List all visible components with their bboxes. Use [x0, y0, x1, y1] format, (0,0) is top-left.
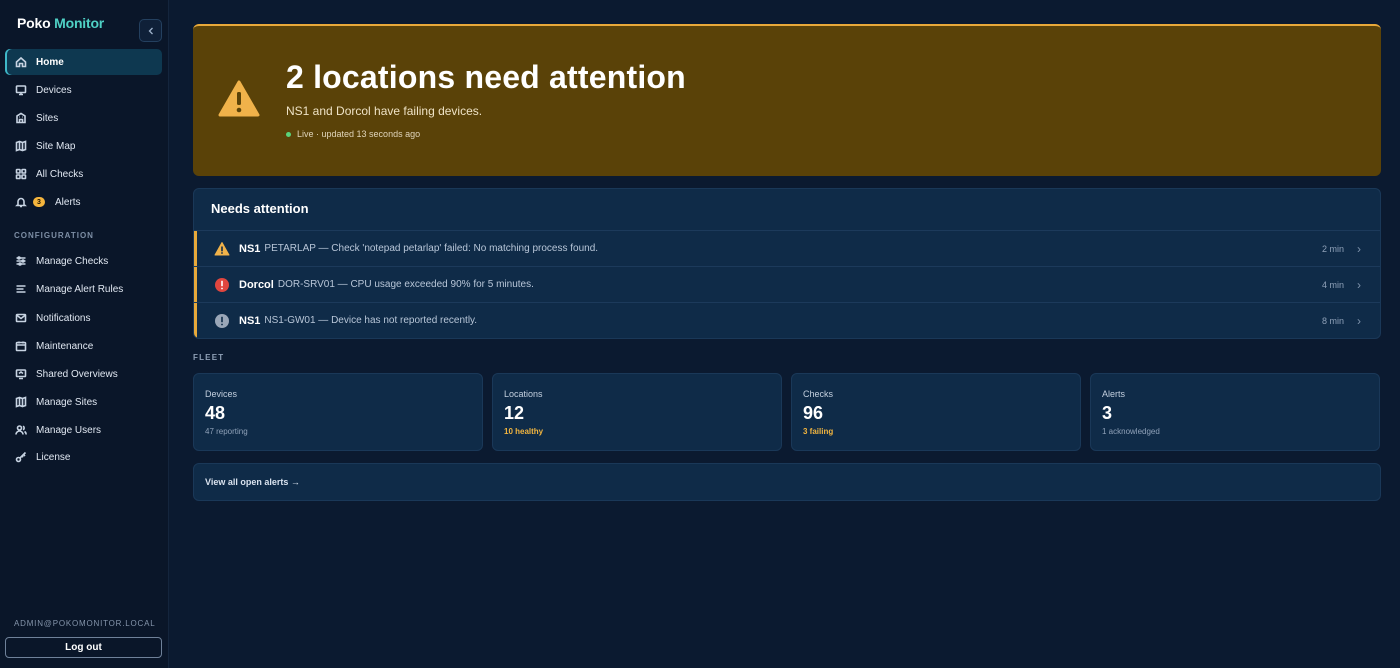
- fleet-section-label: FLEET: [193, 353, 225, 362]
- mail-icon: [14, 311, 28, 325]
- attention-row[interactable]: Dorcol DOR-SRV01 — CPU usage exceeded 90…: [194, 266, 1380, 302]
- sidebar-item-label: Maintenance: [36, 340, 94, 352]
- collapse-sidebar-button[interactable]: [139, 19, 162, 42]
- warning-triangle-icon: [218, 80, 260, 117]
- view-all-alerts-link[interactable]: View all open alerts →: [193, 463, 1381, 501]
- stat-sub: 1 acknowledged: [1102, 427, 1160, 436]
- sidebar-item-label: Alerts: [55, 196, 81, 208]
- sidebar-item-manage-sites[interactable]: Manage Sites: [5, 389, 162, 415]
- stat-sub: 3 failing: [803, 427, 834, 436]
- live-dot-icon: [286, 131, 291, 137]
- sidebar-item-label: Manage Alert Rules: [36, 283, 124, 295]
- map-icon: [14, 139, 28, 153]
- list-icon: [14, 282, 28, 296]
- map-icon: [14, 395, 28, 409]
- sidebar-item-notifications[interactable]: Notifications: [5, 305, 162, 331]
- sidebar-item-license[interactable]: License: [5, 444, 162, 470]
- chevron-right-icon: ›: [1357, 277, 1361, 292]
- stat-label: Alerts: [1102, 389, 1126, 399]
- attention-site: NS1: [239, 242, 261, 255]
- stat-label: Locations: [504, 389, 543, 399]
- stat-card-devices[interactable]: Devices 48 47 reporting: [193, 373, 483, 451]
- sidebar-item-home[interactable]: Home: [5, 49, 162, 75]
- info-circle-icon: [215, 313, 229, 328]
- live-status: Live · updated 13 seconds ago: [286, 129, 420, 139]
- user-email: ADMIN@POKOMONITOR.LOCAL: [14, 619, 156, 628]
- attention-row[interactable]: NS1 NS1-GW01 — Device has not reported r…: [194, 302, 1380, 338]
- sidebar-item-label: Site Map: [36, 140, 76, 152]
- brand-name-part1: Poko: [17, 15, 51, 31]
- grid-icon: [14, 167, 28, 181]
- chevron-right-icon: ›: [1357, 241, 1361, 256]
- chevron-right-icon: ›: [1357, 313, 1361, 328]
- sidebar-item-label: Notifications: [36, 312, 91, 324]
- stat-value: 3: [1102, 403, 1113, 423]
- live-status-text: Live · updated 13 seconds ago: [297, 129, 421, 139]
- calendar-icon: [14, 339, 28, 353]
- sidebar-item-maintenance[interactable]: Maintenance: [5, 333, 162, 359]
- sidebar-item-devices[interactable]: Devices: [5, 77, 162, 103]
- sliders-icon: [14, 254, 28, 268]
- attention-row[interactable]: NS1 PETARLAP — Check 'notepad petarlap' …: [194, 230, 1380, 266]
- sidebar-item-label: License: [36, 451, 71, 463]
- sidebar-item-shared-overviews[interactable]: Shared Overviews: [5, 361, 162, 387]
- sidebar-item-label: Manage Checks: [36, 255, 109, 267]
- attention-message: DOR-SRV01 — CPU usage exceeded 90% for 5…: [277, 279, 534, 290]
- sidebar-item-label: Shared Overviews: [36, 368, 118, 380]
- stat-card-locations[interactable]: Locations 12 10 healthy: [492, 373, 782, 451]
- stat-sub: 47 reporting: [205, 427, 248, 436]
- view-all-alerts-label: View all open alerts →: [205, 477, 300, 487]
- sidebar-item-label: Manage Users: [36, 424, 102, 436]
- sidebar-item-all-checks[interactable]: All Checks: [5, 161, 162, 187]
- configuration-section-label: CONFIGURATION: [14, 231, 94, 240]
- attention-time: 8 min: [1321, 315, 1344, 326]
- banner-subtitle: NS1 and Dorcol have failing devices.: [286, 104, 483, 118]
- error-circle-icon: [215, 277, 229, 292]
- chevron-left-icon: [148, 27, 153, 34]
- users-icon: [14, 423, 28, 437]
- attention-banner: 2 locations need attention NS1 and Dorco…: [193, 24, 1381, 176]
- building-icon: [14, 111, 28, 125]
- warning-triangle-icon: [214, 241, 230, 255]
- sidebar-item-label: All Checks: [36, 168, 84, 180]
- attention-time: 4 min: [1321, 279, 1344, 290]
- needs-attention-panel: Needs attention NS1 PETARLAP — Check 'no…: [193, 188, 1381, 339]
- page-title: 2 locations need attention: [286, 59, 686, 95]
- sidebar-item-label: Home: [36, 56, 64, 68]
- key-icon: [14, 450, 28, 464]
- sidebar-item-site-map[interactable]: Site Map: [5, 133, 162, 159]
- logout-button[interactable]: Log out: [5, 637, 162, 658]
- sidebar-item-label: Devices: [36, 84, 72, 96]
- sidebar: Poko Monitor Home Devices Sites Site Map…: [0, 0, 169, 668]
- attention-message: NS1-GW01 — Device has not reported recen…: [264, 315, 478, 326]
- attention-site: NS1: [239, 314, 261, 327]
- attention-time: 2 min: [1321, 243, 1344, 254]
- sidebar-item-manage-checks[interactable]: Manage Checks: [5, 248, 162, 274]
- stat-card-alerts[interactable]: Alerts 3 1 acknowledged: [1090, 373, 1380, 451]
- stat-value: 12: [504, 403, 525, 423]
- stat-card-checks[interactable]: Checks 96 3 failing: [791, 373, 1081, 451]
- sidebar-item-label: Sites: [36, 112, 59, 124]
- bell-icon: [14, 195, 28, 209]
- attention-site: Dorcol: [239, 278, 274, 291]
- monitor-icon: [14, 83, 28, 97]
- sidebar-item-sites[interactable]: Sites: [5, 105, 162, 131]
- attention-message: PETARLAP — Check 'notepad petarlap' fail…: [264, 243, 599, 254]
- stat-sub: 10 healthy: [504, 427, 544, 436]
- stat-value: 96: [803, 403, 824, 423]
- stat-value: 48: [205, 403, 226, 423]
- brand-name-part2: Monitor: [54, 15, 105, 31]
- alerts-count-badge: 3: [33, 197, 45, 207]
- brand-logo[interactable]: Poko Monitor: [17, 15, 104, 31]
- home-icon: [14, 55, 28, 69]
- needs-attention-title: Needs attention: [211, 201, 309, 216]
- sidebar-item-manage-alert-rules[interactable]: Manage Alert Rules: [5, 276, 162, 302]
- stat-label: Checks: [803, 389, 834, 399]
- share-screen-icon: [14, 367, 28, 381]
- stat-label: Devices: [205, 389, 238, 399]
- sidebar-item-alerts[interactable]: 3 Alerts: [5, 189, 162, 215]
- sidebar-item-manage-users[interactable]: Manage Users: [5, 417, 162, 443]
- sidebar-item-label: Manage Sites: [36, 396, 98, 408]
